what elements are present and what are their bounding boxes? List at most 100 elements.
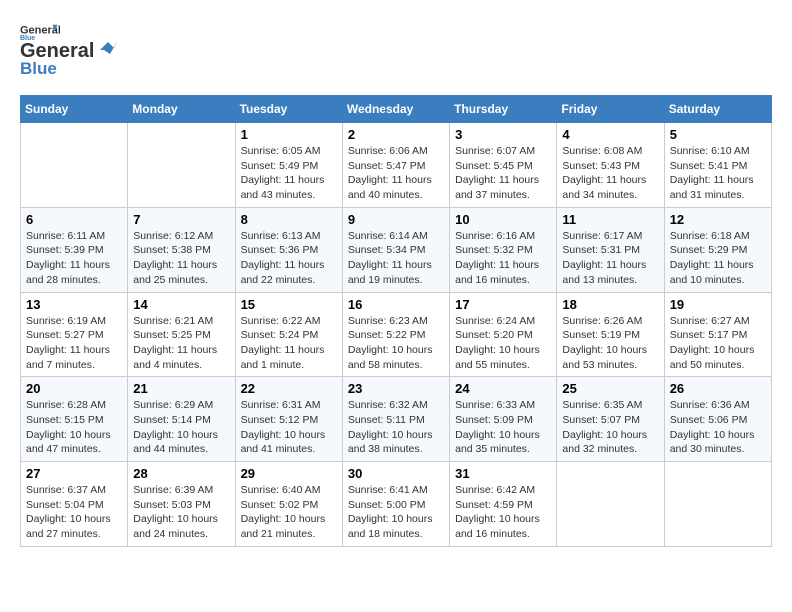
calendar-week-2: 6 Sunrise: 6:11 AMSunset: 5:39 PMDaylight… bbox=[21, 207, 772, 292]
day-number: 17 bbox=[455, 297, 551, 312]
weekday-header-thursday: Thursday bbox=[450, 96, 557, 123]
calendar-cell: 22 Sunrise: 6:31 AMSunset: 5:12 PMDayligh… bbox=[235, 377, 342, 462]
day-info: Sunrise: 6:11 AMSunset: 5:39 PMDaylight:… bbox=[26, 229, 122, 288]
calendar-cell: 21 Sunrise: 6:29 AMSunset: 5:14 PMDayligh… bbox=[128, 377, 235, 462]
calendar-cell: 10 Sunrise: 6:16 AMSunset: 5:32 PMDayligh… bbox=[450, 207, 557, 292]
calendar-cell: 4 Sunrise: 6:08 AMSunset: 5:43 PMDaylight… bbox=[557, 123, 664, 208]
calendar-cell: 28 Sunrise: 6:39 AMSunset: 5:03 PMDayligh… bbox=[128, 462, 235, 547]
day-number: 29 bbox=[241, 466, 337, 481]
calendar-cell: 2 Sunrise: 6:06 AMSunset: 5:47 PMDaylight… bbox=[342, 123, 449, 208]
calendar-week-3: 13Sunrise: 6:19 AMSunset: 5:27 PMDayligh… bbox=[21, 292, 772, 377]
day-info: Sunrise: 6:14 AMSunset: 5:34 PMDaylight:… bbox=[348, 229, 444, 288]
day-number: 1 bbox=[241, 127, 337, 142]
calendar-cell bbox=[128, 123, 235, 208]
day-number: 28 bbox=[133, 466, 229, 481]
day-info: Sunrise: 6:05 AMSunset: 5:49 PMDaylight:… bbox=[241, 144, 337, 203]
day-number: 15 bbox=[241, 297, 337, 312]
logo-blue: Blue bbox=[20, 59, 57, 79]
calendar-cell: 14 Sunrise: 6:21 AMSunset: 5:25 PMDayligh… bbox=[128, 292, 235, 377]
day-info: Sunrise: 6:31 AMSunset: 5:12 PMDaylight:… bbox=[241, 398, 337, 457]
calendar-cell: 27Sunrise: 6:37 AMSunset: 5:04 PMDayligh… bbox=[21, 462, 128, 547]
weekday-header-monday: Monday bbox=[128, 96, 235, 123]
day-number: 25 bbox=[562, 381, 658, 396]
day-number: 7 bbox=[133, 212, 229, 227]
day-number: 3 bbox=[455, 127, 551, 142]
calendar-cell: 15 Sunrise: 6:22 AMSunset: 5:24 PMDayligh… bbox=[235, 292, 342, 377]
day-info: Sunrise: 6:23 AMSunset: 5:22 PMDaylight:… bbox=[348, 314, 444, 373]
day-number: 22 bbox=[241, 381, 337, 396]
day-number: 18 bbox=[562, 297, 658, 312]
calendar-cell: 31 Sunrise: 6:42 AMSunset: 4:59 PMDayligh… bbox=[450, 462, 557, 547]
calendar-cell bbox=[557, 462, 664, 547]
calendar-week-4: 20 Sunrise: 6:28 AMSunset: 5:15 PMDayligh… bbox=[21, 377, 772, 462]
calendar-cell: 19 Sunrise: 6:27 AMSunset: 5:17 PMDayligh… bbox=[664, 292, 771, 377]
day-info: Sunrise: 6:27 AMSunset: 5:17 PMDaylight:… bbox=[670, 314, 766, 373]
day-info: Sunrise: 6:28 AMSunset: 5:15 PMDaylight:… bbox=[26, 398, 122, 457]
day-number: 2 bbox=[348, 127, 444, 142]
calendar-cell: 29 Sunrise: 6:40 AMSunset: 5:02 PMDayligh… bbox=[235, 462, 342, 547]
calendar-cell: 3 Sunrise: 6:07 AMSunset: 5:45 PMDaylight… bbox=[450, 123, 557, 208]
day-info: Sunrise: 6:10 AMSunset: 5:41 PMDaylight:… bbox=[670, 144, 766, 203]
day-number: 8 bbox=[241, 212, 337, 227]
day-info: Sunrise: 6:12 AMSunset: 5:38 PMDaylight:… bbox=[133, 229, 229, 288]
weekday-header-friday: Friday bbox=[557, 96, 664, 123]
day-info: Sunrise: 6:26 AMSunset: 5:19 PMDaylight:… bbox=[562, 314, 658, 373]
calendar-cell: 1 Sunrise: 6:05 AMSunset: 5:49 PMDaylight… bbox=[235, 123, 342, 208]
day-number: 16 bbox=[348, 297, 444, 312]
day-info: Sunrise: 6:16 AMSunset: 5:32 PMDaylight:… bbox=[455, 229, 551, 288]
calendar-cell: 16 Sunrise: 6:23 AMSunset: 5:22 PMDayligh… bbox=[342, 292, 449, 377]
day-info: Sunrise: 6:39 AMSunset: 5:03 PMDaylight:… bbox=[133, 483, 229, 542]
weekday-header-sunday: Sunday bbox=[21, 96, 128, 123]
day-number: 11 bbox=[562, 212, 658, 227]
day-number: 14 bbox=[133, 297, 229, 312]
day-number: 10 bbox=[455, 212, 551, 227]
calendar-week-1: 1 Sunrise: 6:05 AMSunset: 5:49 PMDaylight… bbox=[21, 123, 772, 208]
calendar-cell: 17 Sunrise: 6:24 AMSunset: 5:20 PMDayligh… bbox=[450, 292, 557, 377]
day-number: 12 bbox=[670, 212, 766, 227]
calendar-cell: 24 Sunrise: 6:33 AMSunset: 5:09 PMDayligh… bbox=[450, 377, 557, 462]
day-info: Sunrise: 6:13 AMSunset: 5:36 PMDaylight:… bbox=[241, 229, 337, 288]
day-number: 24 bbox=[455, 381, 551, 396]
day-info: Sunrise: 6:08 AMSunset: 5:43 PMDaylight:… bbox=[562, 144, 658, 203]
calendar-cell bbox=[664, 462, 771, 547]
day-info: Sunrise: 6:33 AMSunset: 5:09 PMDaylight:… bbox=[455, 398, 551, 457]
day-info: Sunrise: 6:37 AMSunset: 5:04 PMDaylight:… bbox=[26, 483, 122, 542]
page-header: General Blue General Blue bbox=[20, 20, 772, 79]
day-info: Sunrise: 6:06 AMSunset: 5:47 PMDaylight:… bbox=[348, 144, 444, 203]
calendar-week-5: 27Sunrise: 6:37 AMSunset: 5:04 PMDayligh… bbox=[21, 462, 772, 547]
calendar-cell: 6 Sunrise: 6:11 AMSunset: 5:39 PMDaylight… bbox=[21, 207, 128, 292]
day-info: Sunrise: 6:18 AMSunset: 5:29 PMDaylight:… bbox=[670, 229, 766, 288]
day-info: Sunrise: 6:17 AMSunset: 5:31 PMDaylight:… bbox=[562, 229, 658, 288]
calendar-cell: 20 Sunrise: 6:28 AMSunset: 5:15 PMDayligh… bbox=[21, 377, 128, 462]
calendar-cell: 9 Sunrise: 6:14 AMSunset: 5:34 PMDaylight… bbox=[342, 207, 449, 292]
day-number: 20 bbox=[26, 381, 122, 396]
day-number: 31 bbox=[455, 466, 551, 481]
day-number: 6 bbox=[26, 212, 122, 227]
calendar-cell: 12 Sunrise: 6:18 AMSunset: 5:29 PMDayligh… bbox=[664, 207, 771, 292]
day-number: 21 bbox=[133, 381, 229, 396]
weekday-header-wednesday: Wednesday bbox=[342, 96, 449, 123]
day-info: Sunrise: 6:29 AMSunset: 5:14 PMDaylight:… bbox=[133, 398, 229, 457]
calendar-cell: 25Sunrise: 6:35 AMSunset: 5:07 PMDayligh… bbox=[557, 377, 664, 462]
day-number: 19 bbox=[670, 297, 766, 312]
day-number: 9 bbox=[348, 212, 444, 227]
day-info: Sunrise: 6:22 AMSunset: 5:24 PMDaylight:… bbox=[241, 314, 337, 373]
day-number: 4 bbox=[562, 127, 658, 142]
calendar-table: SundayMondayTuesdayWednesdayThursdayFrid… bbox=[20, 95, 772, 547]
calendar-cell: 7 Sunrise: 6:12 AMSunset: 5:38 PMDaylight… bbox=[128, 207, 235, 292]
day-info: Sunrise: 6:07 AMSunset: 5:45 PMDaylight:… bbox=[455, 144, 551, 203]
weekday-header-row: SundayMondayTuesdayWednesdayThursdayFrid… bbox=[21, 96, 772, 123]
day-info: Sunrise: 6:41 AMSunset: 5:00 PMDaylight:… bbox=[348, 483, 444, 542]
calendar-cell: 8 Sunrise: 6:13 AMSunset: 5:36 PMDaylight… bbox=[235, 207, 342, 292]
calendar-cell: 5Sunrise: 6:10 AMSunset: 5:41 PMDaylight… bbox=[664, 123, 771, 208]
logo-svg: General Blue bbox=[20, 22, 60, 40]
day-info: Sunrise: 6:24 AMSunset: 5:20 PMDaylight:… bbox=[455, 314, 551, 373]
logo-bird-icon bbox=[96, 40, 118, 60]
day-number: 23 bbox=[348, 381, 444, 396]
day-info: Sunrise: 6:32 AMSunset: 5:11 PMDaylight:… bbox=[348, 398, 444, 457]
day-info: Sunrise: 6:19 AMSunset: 5:27 PMDaylight:… bbox=[26, 314, 122, 373]
day-info: Sunrise: 6:21 AMSunset: 5:25 PMDaylight:… bbox=[133, 314, 229, 373]
day-info: Sunrise: 6:36 AMSunset: 5:06 PMDaylight:… bbox=[670, 398, 766, 457]
day-info: Sunrise: 6:40 AMSunset: 5:02 PMDaylight:… bbox=[241, 483, 337, 542]
day-info: Sunrise: 6:42 AMSunset: 4:59 PMDaylight:… bbox=[455, 483, 551, 542]
